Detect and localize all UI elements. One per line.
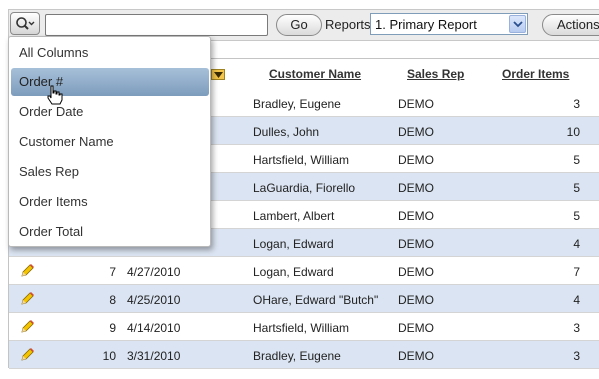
search-input[interactable] bbox=[45, 14, 268, 36]
chevron-down-icon[interactable] bbox=[509, 15, 526, 33]
cell-order-items: 5 bbox=[573, 153, 580, 167]
menu-item-order-items[interactable]: Order Items bbox=[11, 188, 209, 216]
cell-order-number: 7 bbox=[109, 265, 116, 279]
cell-customer: Bradley, Eugene bbox=[253, 97, 341, 111]
cell-order-number: 9 bbox=[109, 321, 116, 335]
cell-order-items: 3 bbox=[573, 97, 580, 111]
pencil-icon[interactable] bbox=[19, 319, 35, 335]
pencil-icon[interactable] bbox=[19, 291, 35, 307]
reports-select[interactable]: 1. Primary Report bbox=[370, 13, 528, 35]
cell-order-date: 3/31/2010 bbox=[127, 349, 181, 363]
reports-label: Reports bbox=[325, 17, 371, 32]
cell-order-items: 10 bbox=[566, 125, 580, 139]
cell-order-items: 4 bbox=[573, 293, 580, 307]
menu-item-order-total[interactable]: Order Total bbox=[11, 218, 209, 246]
cell-order-items: 5 bbox=[573, 209, 580, 223]
cell-order-date: 4/25/2010 bbox=[127, 293, 181, 307]
menu-item-sales-rep[interactable]: Sales Rep bbox=[11, 158, 209, 186]
cell-customer: Bradley, Eugene bbox=[253, 349, 341, 363]
column-search-button[interactable] bbox=[10, 12, 40, 35]
menu-item-order-date[interactable]: Order Date bbox=[11, 98, 209, 126]
table-row: 8 4/25/2010 OHare, Edward "Butch" DEMO 4 bbox=[9, 285, 599, 313]
header-customer-name[interactable]: Customer Name bbox=[269, 67, 361, 81]
cell-sales-rep: DEMO bbox=[398, 321, 434, 335]
cell-sales-rep: DEMO bbox=[398, 209, 434, 223]
actions-button[interactable]: Actions bbox=[542, 14, 599, 36]
cell-order-number: 10 bbox=[102, 349, 116, 363]
hand-pointer-icon bbox=[47, 85, 63, 105]
cell-order-items: 5 bbox=[573, 181, 580, 195]
magnifier-dropdown-icon bbox=[16, 17, 35, 30]
cell-sales-rep: DEMO bbox=[398, 181, 434, 195]
cell-order-items: 7 bbox=[573, 265, 580, 279]
cell-customer: Hartsfield, William bbox=[253, 321, 350, 335]
table-row: 7 4/27/2010 Logan, Edward DEMO 7 bbox=[9, 257, 599, 285]
menu-item-customer-name[interactable]: Customer Name bbox=[11, 128, 209, 156]
cell-sales-rep: DEMO bbox=[398, 153, 434, 167]
table-row: 10 3/31/2010 Bradley, Eugene DEMO 3 bbox=[9, 341, 599, 369]
cell-sales-rep: DEMO bbox=[398, 97, 434, 111]
cell-sales-rep: DEMO bbox=[398, 293, 434, 307]
pencil-icon[interactable] bbox=[19, 263, 35, 279]
cell-sales-rep: DEMO bbox=[398, 237, 434, 251]
table-row: 9 4/14/2010 Hartsfield, William DEMO 3 bbox=[9, 313, 599, 341]
cell-customer: Dulles, John bbox=[253, 125, 320, 139]
cell-customer: Hartsfield, William bbox=[253, 153, 350, 167]
cell-order-items: 3 bbox=[573, 321, 580, 335]
cell-order-items: 3 bbox=[573, 349, 580, 363]
reports-select-value: 1. Primary Report bbox=[375, 17, 477, 32]
cell-order-items: 4 bbox=[573, 237, 580, 251]
column-search-menu: All Columns Order # Order Date Customer … bbox=[8, 36, 211, 247]
cell-customer: Logan, Edward bbox=[253, 237, 334, 251]
cell-order-date: 4/14/2010 bbox=[127, 321, 181, 335]
header-order-items[interactable]: Order Items bbox=[502, 67, 569, 81]
cell-customer: Logan, Edward bbox=[253, 265, 334, 279]
cell-customer: Lambert, Albert bbox=[253, 209, 335, 223]
header-sales-rep[interactable]: Sales Rep bbox=[407, 67, 464, 81]
go-button[interactable]: Go bbox=[276, 14, 322, 36]
pencil-icon[interactable] bbox=[19, 347, 35, 363]
cell-sales-rep: DEMO bbox=[398, 349, 434, 363]
cell-order-date: 4/27/2010 bbox=[127, 265, 181, 279]
cell-order-number: 8 bbox=[109, 293, 116, 307]
sort-desc-icon[interactable] bbox=[211, 69, 225, 80]
cell-customer: LaGuardia, Fiorello bbox=[253, 181, 356, 195]
cell-sales-rep: DEMO bbox=[398, 125, 434, 139]
cell-sales-rep: DEMO bbox=[398, 265, 434, 279]
cell-customer: OHare, Edward "Butch" bbox=[253, 293, 379, 307]
menu-item-order-number[interactable]: Order # bbox=[11, 68, 209, 96]
menu-item-all-columns[interactable]: All Columns bbox=[11, 39, 209, 67]
